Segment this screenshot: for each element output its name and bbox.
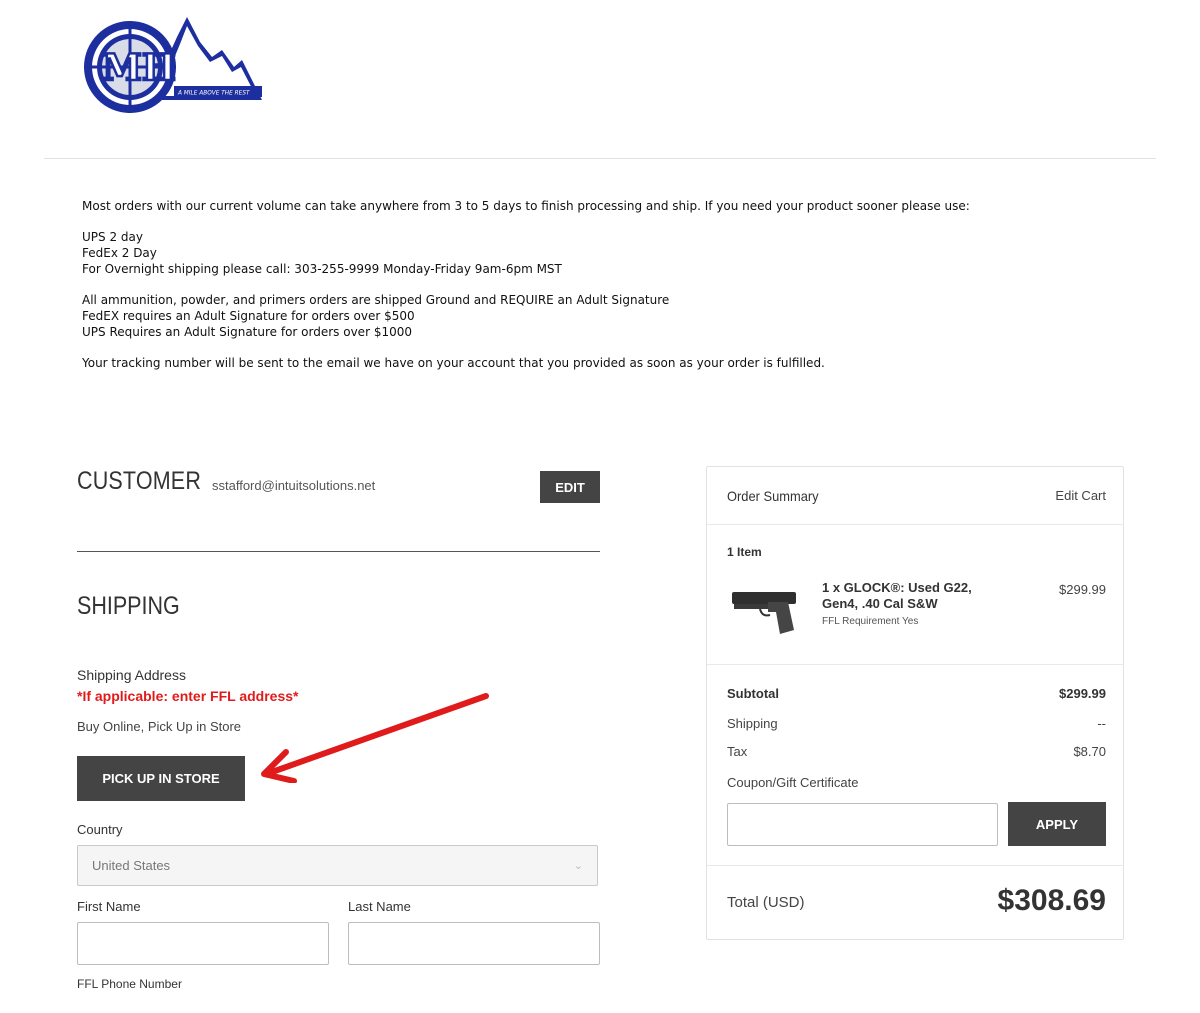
customer-divider xyxy=(77,551,600,552)
country-label: Country xyxy=(77,822,123,837)
logo-tagline: A MILE ABOVE THE REST xyxy=(177,91,250,97)
pick-up-in-store-button[interactable]: PICK UP IN STORE xyxy=(77,756,245,801)
last-name-input[interactable] xyxy=(348,922,600,965)
chevron-down-icon: ⌄ xyxy=(573,860,583,872)
summary-divider xyxy=(707,865,1124,866)
coupon-input[interactable] xyxy=(727,803,998,846)
logo-mark-icon: MH A MILE ABOVE THE REST xyxy=(84,17,262,113)
subtotal-value: $299.99 xyxy=(1059,686,1106,701)
product-name: 1 x GLOCK®: Used G22, Gen4, .40 Cal S&W xyxy=(822,580,972,611)
coupon-label: Coupon/Gift Certificate xyxy=(727,775,859,790)
notice-signature-line: All ammunition, powder, and primers orde… xyxy=(82,293,670,307)
notice-tracking: Your tracking number will be sent to the… xyxy=(82,356,825,370)
notice-intro: Most orders with our current volume can … xyxy=(82,199,970,213)
total-value: $308.69 xyxy=(997,884,1106,917)
summary-divider xyxy=(707,524,1124,525)
ffl-requirement: FFL Requirement Yes xyxy=(822,616,919,627)
notice-option: UPS 2 day xyxy=(82,230,143,244)
apply-coupon-button[interactable]: APPLY xyxy=(1008,802,1106,846)
total-label: Total (USD) xyxy=(727,894,805,911)
customer-email: sstafford@intuitsolutions.net xyxy=(212,478,376,493)
bopis-label: Buy Online, Pick Up in Store xyxy=(77,719,242,734)
order-summary-title: Order Summary xyxy=(727,488,819,504)
country-select[interactable]: United States ⌄ xyxy=(77,845,598,886)
ffl-phone-label: FFL Phone Number xyxy=(77,977,182,991)
notice-option: For Overnight shipping please call: 303-… xyxy=(82,262,562,276)
tax-label: Tax xyxy=(727,744,748,759)
notice-signature-line: UPS Requires an Adult Signature for orde… xyxy=(82,325,412,339)
header-divider xyxy=(44,158,1156,159)
order-summary-panel xyxy=(706,466,1124,940)
edit-customer-button[interactable]: EDIT xyxy=(540,471,600,503)
shipping-notice: Most orders with our current volume can … xyxy=(82,198,1082,386)
first-name-label: First Name xyxy=(77,899,141,914)
first-name-input[interactable] xyxy=(77,922,329,965)
notice-option: FedEx 2 Day xyxy=(82,246,157,260)
store-logo[interactable]: MH A MILE ABOVE THE REST xyxy=(82,12,267,117)
shipping-address-label: Shipping Address xyxy=(77,667,186,683)
country-value: United States xyxy=(92,858,171,873)
product-thumbnail xyxy=(732,592,796,634)
red-arrow-icon xyxy=(261,693,489,783)
last-name-label: Last Name xyxy=(348,899,411,914)
notice-signature-line: FedEX requires an Adult Signature for or… xyxy=(82,309,415,323)
tax-value: $8.70 xyxy=(1073,744,1106,759)
shipping-heading: SHIPPING xyxy=(77,592,180,620)
product-price: $299.99 xyxy=(1059,582,1106,597)
logo-letters: MH xyxy=(102,47,176,89)
customer-heading: CUSTOMER xyxy=(77,467,202,495)
edit-cart-link[interactable]: Edit Cart xyxy=(1000,488,1106,503)
summary-divider xyxy=(707,664,1124,665)
item-count: 1 Item xyxy=(727,545,762,559)
shipping-cost-label: Shipping xyxy=(727,716,778,731)
shipping-cost-value: -- xyxy=(1097,716,1106,731)
subtotal-label: Subtotal xyxy=(727,686,779,701)
